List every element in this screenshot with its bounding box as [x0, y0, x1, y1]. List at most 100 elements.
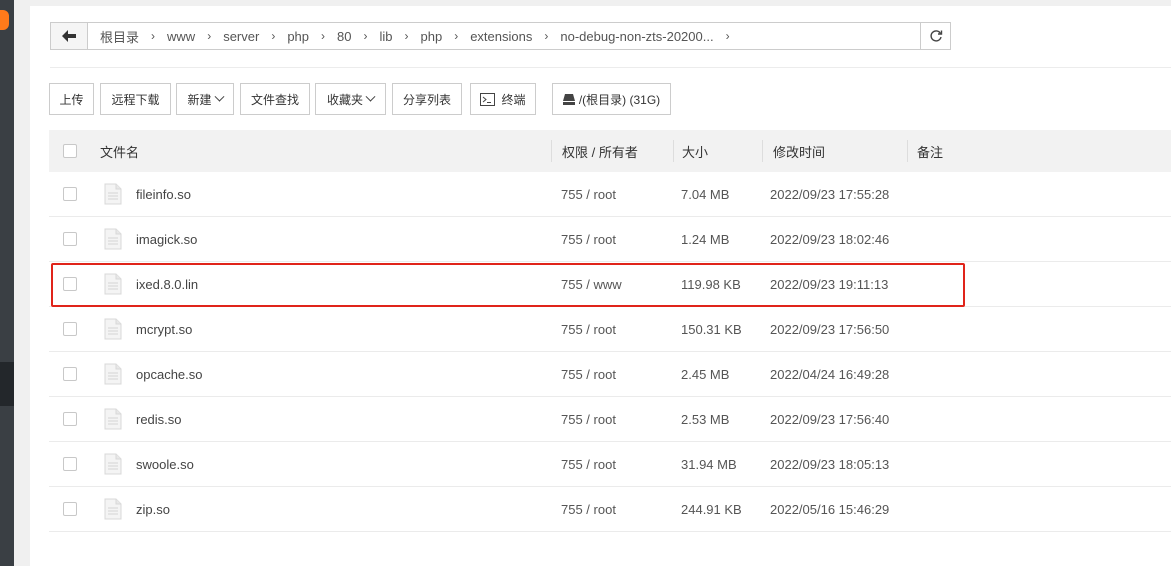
- file-size: 7.04 MB: [681, 186, 730, 202]
- file-mtime: 2022/09/23 17:55:28: [770, 186, 890, 202]
- table-row[interactable]: zip.so 755 / root 244.91 KB 2022/05/16 1…: [49, 487, 1171, 532]
- table-row[interactable]: imagick.so 755 / root 1.24 MB 2022/09/23…: [49, 217, 1171, 262]
- file-list: fileinfo.so 755 / root 7.04 MB 2022/09/2…: [49, 172, 1171, 532]
- row-checkbox[interactable]: [63, 187, 77, 201]
- header-size[interactable]: 大小: [682, 130, 708, 172]
- chevron-right-icon: ›: [544, 29, 549, 43]
- checkbox[interactable]: [63, 144, 77, 158]
- refresh-icon: [929, 30, 942, 42]
- file-icon: [104, 453, 122, 475]
- breadcrumb: 根目录 › www › server › php › 80 › lib › ph…: [88, 27, 736, 46]
- hard-drive-icon: [562, 93, 575, 105]
- chevron-right-icon: ›: [363, 29, 368, 43]
- left-sidebar: [0, 0, 14, 566]
- file-mtime: 2022/04/24 16:49:28: [770, 366, 890, 382]
- row-checkbox[interactable]: [63, 502, 77, 516]
- column-divider: [673, 140, 674, 162]
- file-icon: [104, 363, 122, 385]
- file-perm[interactable]: 755 / root: [561, 217, 616, 261]
- file-icon: [104, 228, 122, 250]
- table-row[interactable]: fileinfo.so 755 / root 7.04 MB 2022/09/2…: [49, 172, 1171, 217]
- upload-button[interactable]: 上传: [49, 83, 94, 115]
- back-button[interactable]: [51, 23, 88, 49]
- file-name[interactable]: imagick.so: [136, 217, 197, 261]
- header-mtime[interactable]: 修改时间: [773, 130, 825, 172]
- file-perm[interactable]: 755 / root: [561, 307, 616, 351]
- table-row[interactable]: ixed.8.0.lin 755 / www 119.98 KB 2022/09…: [49, 262, 1171, 307]
- remote-download-button[interactable]: 远程下载: [100, 83, 171, 115]
- chevron-down-icon: [365, 91, 376, 102]
- chevron-right-icon: ›: [271, 29, 276, 43]
- chevron-right-icon: ›: [321, 29, 326, 43]
- crumb-current[interactable]: no-debug-non-zts-20200...: [554, 29, 719, 44]
- file-size: 2.45 MB: [681, 366, 730, 382]
- chevron-down-icon: [214, 91, 224, 102]
- table-row[interactable]: redis.so 755 / root 2.53 MB 2022/09/23 1…: [49, 397, 1171, 442]
- file-mtime: 2022/09/23 19:11:13: [770, 276, 889, 292]
- disk-button[interactable]: /(根目录) (31G): [552, 83, 671, 115]
- file-name[interactable]: ixed.8.0.lin: [136, 262, 198, 306]
- file-perm[interactable]: 755 / root: [561, 352, 616, 396]
- table-row[interactable]: swoole.so 755 / root 31.94 MB 2022/09/23…: [49, 442, 1171, 487]
- file-name[interactable]: zip.so: [136, 487, 170, 531]
- row-checkbox[interactable]: [63, 367, 77, 381]
- new-dropdown-button[interactable]: 新建: [176, 83, 234, 115]
- file-mtime: 2022/09/23 17:56:50: [770, 321, 890, 337]
- crumb-80[interactable]: 80: [331, 29, 357, 44]
- notification-badge[interactable]: [0, 10, 9, 30]
- column-divider: [551, 140, 552, 162]
- table-row[interactable]: opcache.so 755 / root 2.45 MB 2022/04/24…: [49, 352, 1171, 397]
- arrow-left-icon: [62, 30, 76, 42]
- crumb-extensions[interactable]: extensions: [464, 29, 538, 44]
- file-mtime: 2022/09/23 17:56:40: [770, 411, 890, 427]
- file-size: 31.94 MB: [681, 456, 737, 472]
- chevron-right-icon: ›: [404, 29, 409, 43]
- row-checkbox[interactable]: [63, 232, 77, 246]
- file-search-button[interactable]: 文件查找: [240, 83, 310, 115]
- file-icon: [104, 408, 122, 430]
- row-checkbox[interactable]: [63, 412, 77, 426]
- chevron-right-icon[interactable]: ›: [720, 29, 736, 43]
- crumb-php-2[interactable]: php: [415, 29, 449, 44]
- file-size: 119.98 KB: [681, 276, 741, 292]
- file-perm[interactable]: 755 / root: [561, 487, 616, 531]
- crumb-www[interactable]: www: [161, 29, 201, 44]
- column-divider: [762, 140, 763, 162]
- file-mtime: 2022/09/23 18:05:13: [770, 456, 890, 472]
- file-icon: [104, 318, 122, 340]
- chevron-right-icon: ›: [454, 29, 459, 43]
- share-list-button[interactable]: 分享列表: [392, 83, 462, 115]
- file-perm[interactable]: 755 / root: [561, 442, 616, 486]
- sidebar-active-item[interactable]: [0, 362, 14, 406]
- file-name[interactable]: opcache.so: [136, 352, 203, 396]
- chevron-right-icon: ›: [151, 29, 156, 43]
- select-all-checkbox[interactable]: [63, 130, 77, 172]
- file-manager-panel: 根目录 › www › server › php › 80 › lib › ph…: [30, 6, 1171, 566]
- divider: [50, 67, 1171, 68]
- crumb-lib[interactable]: lib: [373, 29, 398, 44]
- crumb-php[interactable]: php: [281, 29, 315, 44]
- file-name[interactable]: mcrypt.so: [136, 307, 192, 351]
- header-perm-owner[interactable]: 权限 / 所有者: [562, 130, 638, 172]
- file-size: 244.91 KB: [681, 501, 742, 517]
- row-checkbox[interactable]: [63, 457, 77, 471]
- terminal-button[interactable]: 终端: [470, 83, 536, 115]
- table-row[interactable]: mcrypt.so 755 / root 150.31 KB 2022/09/2…: [49, 307, 1171, 352]
- refresh-button[interactable]: [920, 22, 951, 50]
- chevron-right-icon: ›: [207, 29, 212, 43]
- file-name[interactable]: fileinfo.so: [136, 172, 191, 216]
- file-perm[interactable]: 755 / www: [561, 262, 622, 306]
- row-checkbox[interactable]: [63, 322, 77, 336]
- row-checkbox[interactable]: [63, 277, 77, 291]
- file-perm[interactable]: 755 / root: [561, 397, 616, 441]
- file-name[interactable]: swoole.so: [136, 442, 194, 486]
- column-divider: [907, 140, 908, 162]
- favorites-dropdown-button[interactable]: 收藏夹: [315, 83, 386, 115]
- crumb-root[interactable]: 根目录: [94, 27, 145, 46]
- file-icon: [104, 183, 122, 205]
- crumb-server[interactable]: server: [217, 29, 265, 44]
- file-name[interactable]: redis.so: [136, 397, 182, 441]
- file-mtime: 2022/09/23 18:02:46: [770, 231, 890, 247]
- header-name[interactable]: 文件名: [100, 130, 139, 172]
- file-perm[interactable]: 755 / root: [561, 172, 616, 216]
